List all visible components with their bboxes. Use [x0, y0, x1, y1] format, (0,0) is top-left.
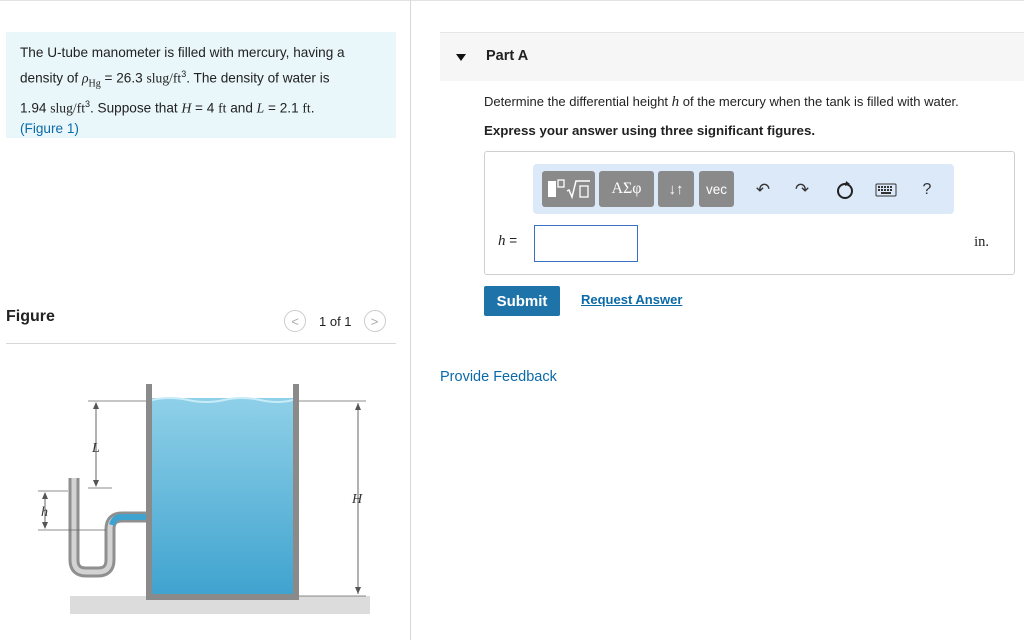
- answer-input[interactable]: [534, 225, 638, 262]
- arrow-L-bottom: [93, 480, 99, 487]
- redo-icon[interactable]: ↷: [791, 179, 813, 201]
- collapse-triangle-icon: [456, 54, 466, 61]
- problem-statement: The U-tube manometer is filled with merc…: [6, 32, 396, 138]
- arrow-h-top: [42, 492, 48, 499]
- manometer-figure: L h H: [38, 384, 370, 614]
- part-a-label: Part A: [486, 48, 529, 64]
- answer-box: ΑΣφ ↓↑ vec ↶ ↷ ? h = in.: [484, 151, 1015, 275]
- label-h: h: [41, 505, 48, 520]
- question-text: Determine the differential height h of t…: [484, 94, 959, 110]
- subscript-superscript-button[interactable]: ↓↑: [658, 171, 694, 207]
- vector-button[interactable]: vec: [699, 171, 734, 207]
- figure-pager: < 1 of 1 >: [284, 310, 386, 332]
- provide-feedback-link[interactable]: Provide Feedback: [440, 369, 557, 385]
- request-answer-link[interactable]: Request Answer: [581, 292, 682, 307]
- reset-icon[interactable]: [834, 179, 856, 201]
- prev-figure-button[interactable]: <: [284, 310, 306, 332]
- part-a-header[interactable]: Part A: [440, 32, 1024, 81]
- chevron-right-icon: >: [370, 313, 379, 329]
- top-divider: [0, 0, 1024, 1]
- templates-icon: [547, 179, 590, 200]
- instruction-text: Express your answer using three signific…: [484, 123, 816, 138]
- problem-line-2: density of ρHg = 26.3 slug/ft3. The dens…: [20, 68, 330, 89]
- answer-variable-label: h =: [498, 233, 518, 249]
- keyboard-icon[interactable]: [875, 179, 897, 201]
- answer-unit: in.: [974, 234, 989, 250]
- tank-water: [152, 398, 293, 596]
- arrow-h-bottom: [42, 522, 48, 529]
- column-divider: [410, 0, 411, 640]
- problem-line-4: (Figure 1): [20, 121, 79, 137]
- help-icon[interactable]: ?: [916, 179, 938, 201]
- next-figure-button[interactable]: >: [363, 310, 386, 332]
- tank-bottom: [146, 594, 299, 600]
- arrow-L-top: [93, 402, 99, 409]
- undo-icon[interactable]: ↶: [752, 179, 774, 201]
- figure-heading: Figure: [6, 308, 55, 325]
- greek-symbols-button[interactable]: ΑΣφ: [599, 171, 654, 207]
- arrow-H-top: [355, 403, 361, 410]
- tank-wall-left: [146, 384, 152, 598]
- submit-button[interactable]: Submit: [484, 286, 560, 316]
- templates-button[interactable]: [542, 171, 595, 207]
- figure-link[interactable]: Figure 1: [25, 121, 75, 136]
- figure-page-indicator: 1 of 1: [319, 313, 352, 329]
- arrow-H-bottom: [355, 587, 361, 594]
- chevron-left-icon: <: [291, 313, 299, 329]
- figure-rule: [6, 343, 396, 344]
- H-symbol: H: [181, 100, 192, 116]
- label-H: H: [351, 492, 363, 507]
- tank-wall-right: [293, 384, 299, 598]
- problem-line-1: The U-tube manometer is filled with merc…: [20, 45, 345, 60]
- manometer-tube-inner: [71, 478, 146, 575]
- problem-line-3: 1.94 slug/ft3. Suppose that H = 4 ft and…: [20, 99, 315, 116]
- rho-subscript: Hg: [88, 77, 101, 89]
- label-L: L: [91, 441, 100, 456]
- math-toolbar: ΑΣφ ↓↑ vec ↶ ↷ ?: [533, 164, 954, 214]
